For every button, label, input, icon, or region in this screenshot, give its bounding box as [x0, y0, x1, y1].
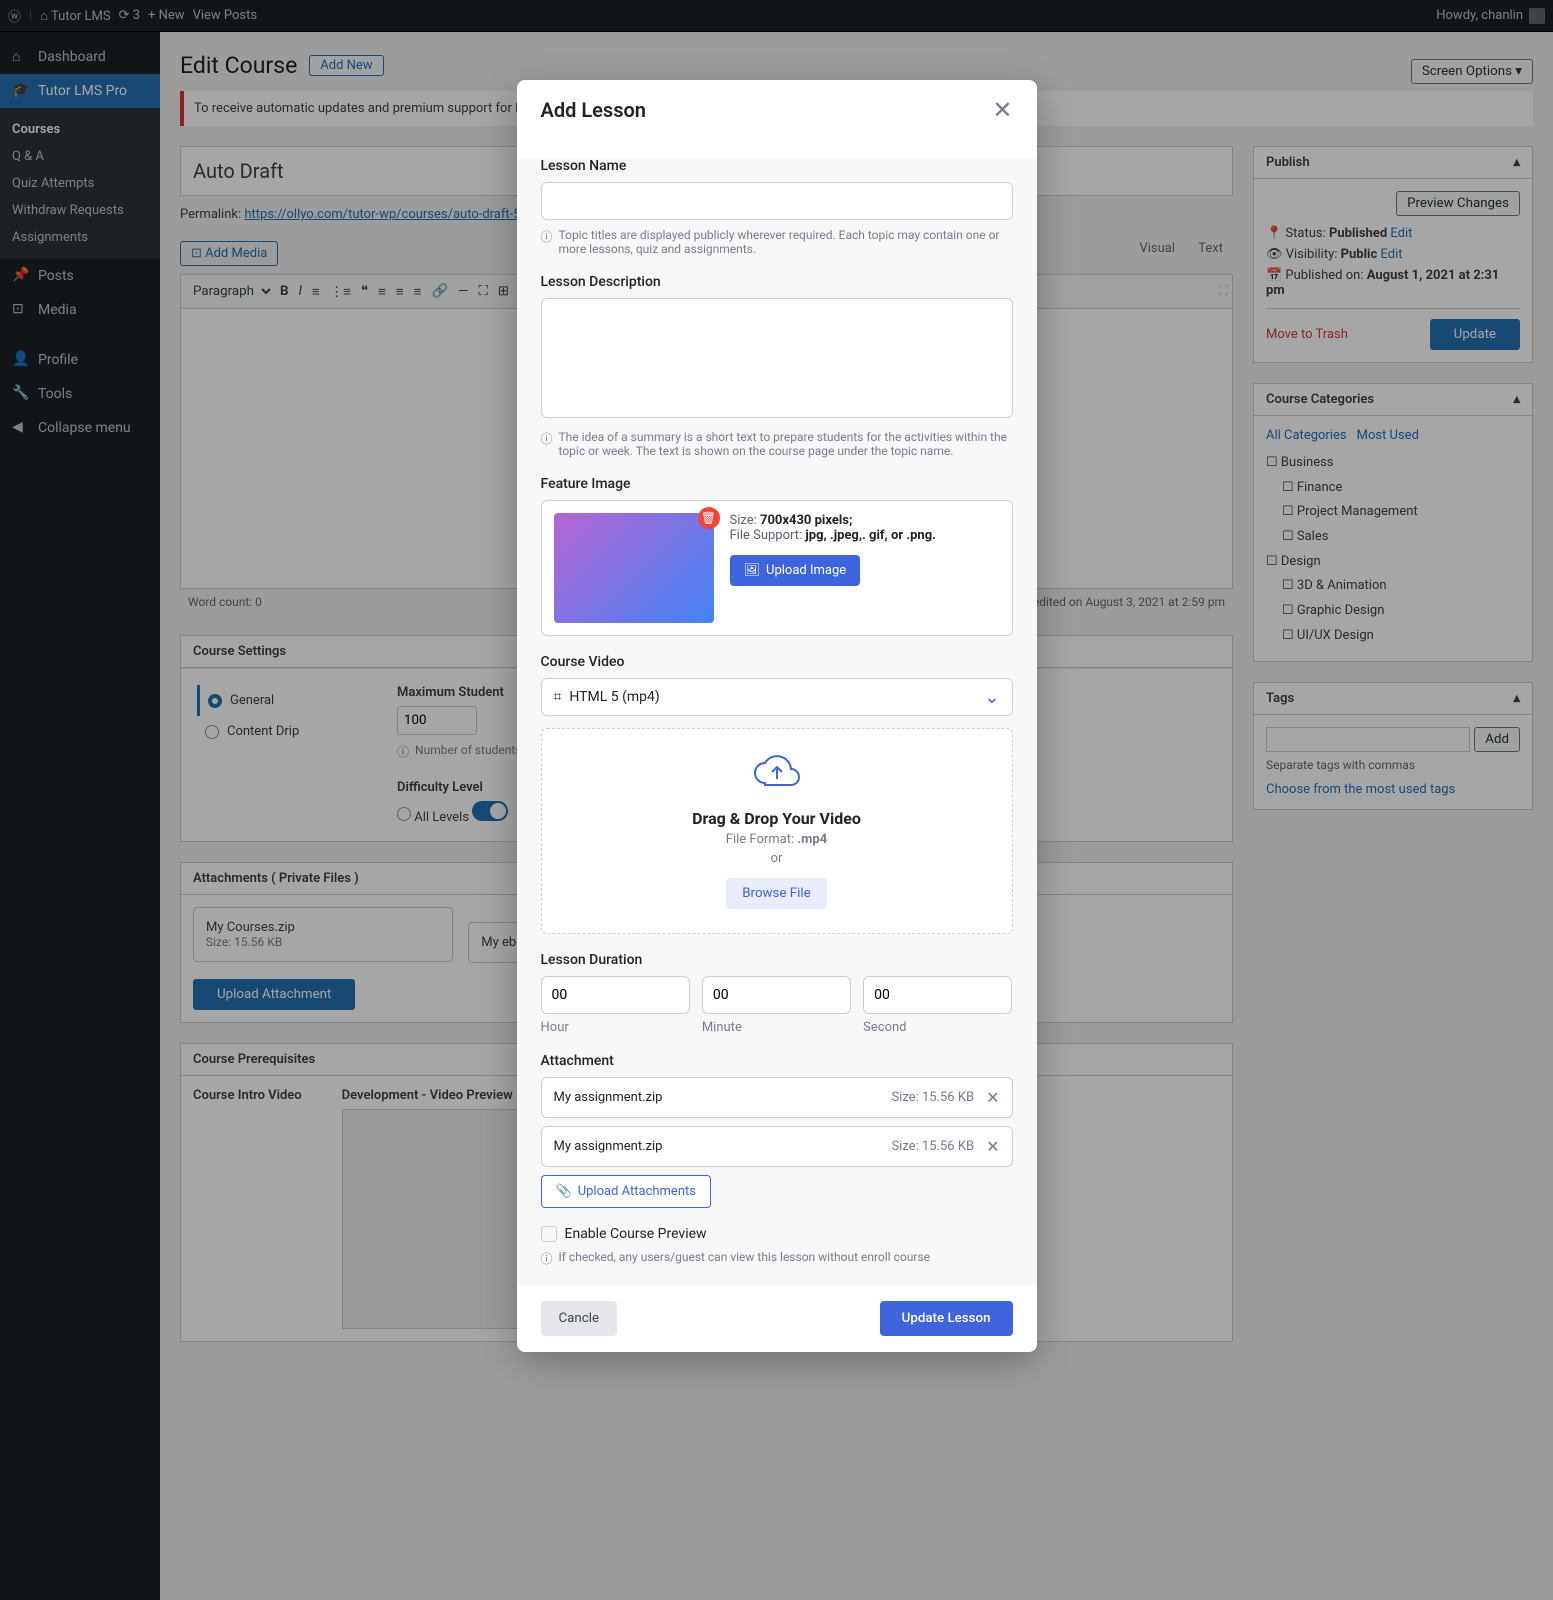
- lesson-desc-label: Lesson Description: [541, 274, 1013, 290]
- video-source-select[interactable]: ⌗ HTML 5 (mp4): [541, 678, 1013, 716]
- attachment-row: My assignment.zipSize: 15.56 KB✕: [541, 1077, 1013, 1118]
- update-lesson-button[interactable]: Update Lesson: [880, 1301, 1013, 1336]
- browse-file-button[interactable]: Browse File: [726, 878, 826, 909]
- cancel-button[interactable]: Cancle: [541, 1301, 618, 1336]
- second-input[interactable]: [863, 976, 1012, 1014]
- hour-input[interactable]: [541, 976, 690, 1014]
- add-lesson-modal: Add Lesson ✕ Lesson Name Topic titles ar…: [517, 80, 1037, 1352]
- attachment-row: My assignment.zipSize: 15.56 KB✕: [541, 1126, 1013, 1167]
- upload-attachments-button[interactable]: 📎 Upload Attachments: [541, 1175, 711, 1208]
- upload-image-button[interactable]: 🖼 Upload Image: [730, 555, 861, 586]
- course-video-label: Course Video: [541, 654, 1013, 670]
- enable-preview-checkbox[interactable]: Enable Course Preview: [541, 1226, 1013, 1242]
- preview-hint: If checked, any users/guest can view thi…: [541, 1250, 1013, 1267]
- cloud-upload-icon: [753, 753, 801, 793]
- attachment-label: Attachment: [541, 1053, 1013, 1069]
- lesson-name-input[interactable]: [541, 182, 1013, 220]
- lesson-desc-hint: The idea of a summary is a short text to…: [541, 430, 1013, 458]
- lesson-desc-input[interactable]: [541, 298, 1013, 418]
- feature-image-preview: 🗑: [554, 513, 714, 623]
- duration-label: Lesson Duration: [541, 952, 1013, 968]
- modal-overlay: Add Lesson ✕ Lesson Name Topic titles ar…: [0, 0, 1553, 1600]
- lesson-name-hint: Topic titles are displayed publicly wher…: [541, 228, 1013, 256]
- delete-image-icon[interactable]: 🗑: [698, 507, 720, 529]
- lesson-name-label: Lesson Name: [541, 158, 1013, 174]
- html5-icon: ⌗: [554, 689, 562, 705]
- remove-attachment-icon[interactable]: ✕: [986, 1137, 999, 1156]
- feature-image-label: Feature Image: [541, 476, 1013, 492]
- close-icon[interactable]: ✕: [992, 98, 1012, 122]
- modal-title: Add Lesson: [541, 98, 646, 122]
- minute-input[interactable]: [702, 976, 851, 1014]
- remove-attachment-icon[interactable]: ✕: [986, 1088, 999, 1107]
- drop-title: Drag & Drop Your Video: [566, 809, 988, 828]
- video-dropzone[interactable]: Drag & Drop Your Video File Format: .mp4…: [541, 728, 1013, 934]
